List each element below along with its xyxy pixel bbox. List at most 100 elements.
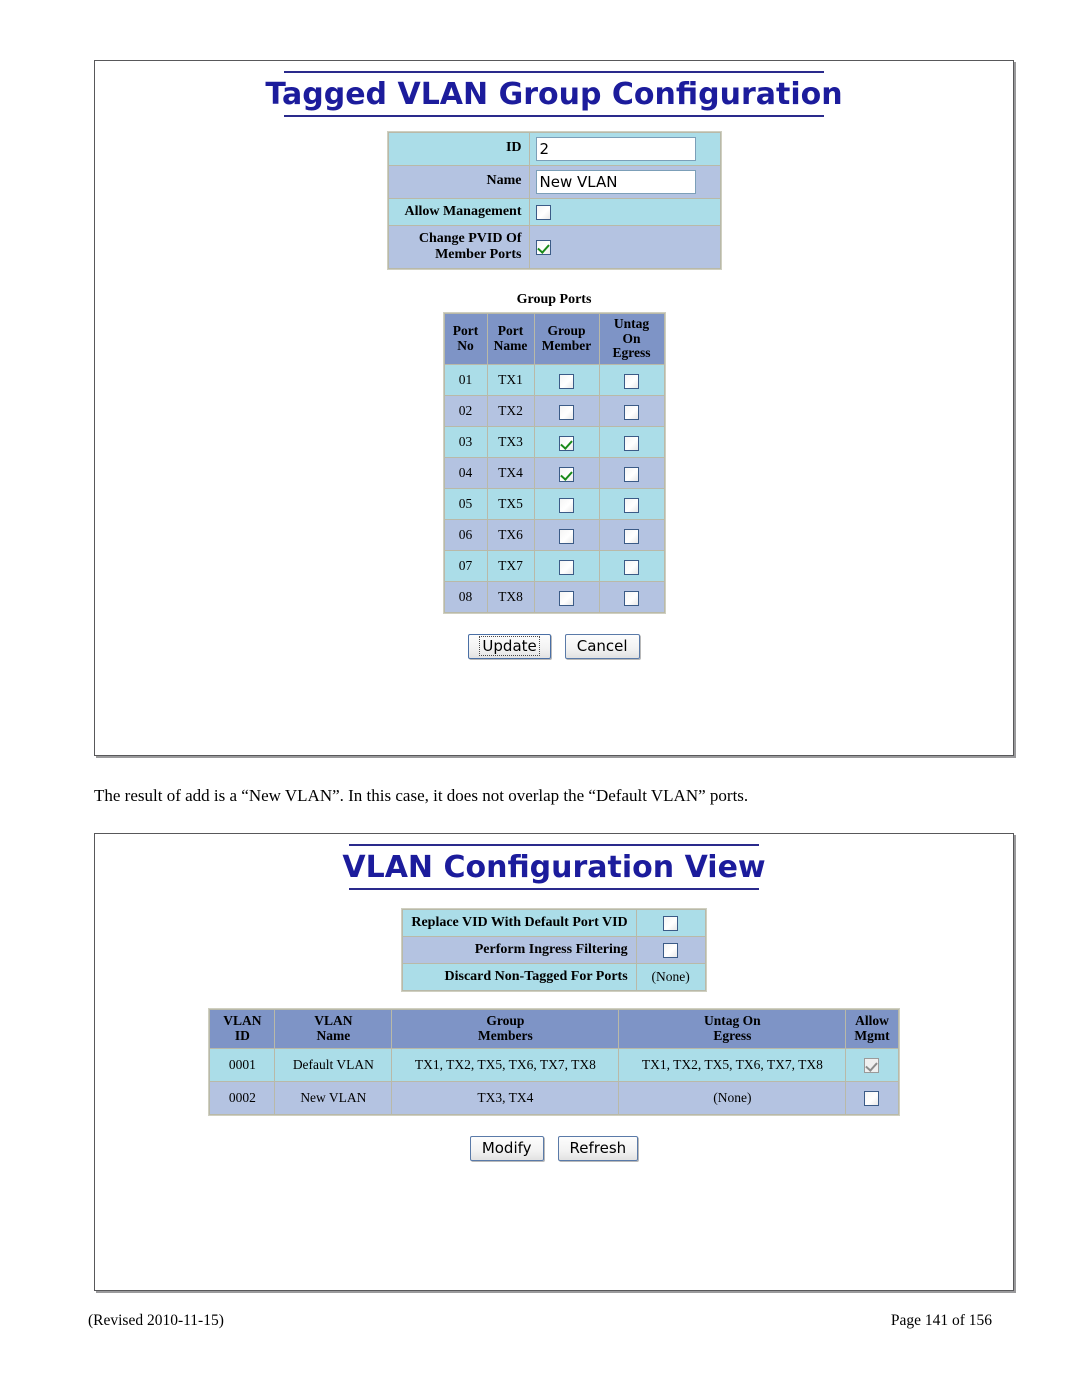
col-header-untag-on-egress: Untag On Egress bbox=[619, 1010, 846, 1048]
table-row: 0001 Default VLAN TX1, TX2, TX5, TX6, TX7,… bbox=[210, 1049, 898, 1081]
form-row-change-pvid: Change PVID Of Member Ports bbox=[388, 225, 720, 268]
untag-egress-checkbox[interactable] bbox=[624, 466, 639, 482]
untag-egress-checkbox[interactable] bbox=[624, 528, 639, 544]
col-header-vlan-id-line2: ID bbox=[234, 1028, 250, 1044]
vlan-view-options-table: Replace VID With Default Port VID Perfor… bbox=[401, 907, 707, 993]
vlan-name-input[interactable] bbox=[535, 169, 696, 194]
table-row: 06 TX6 bbox=[444, 520, 664, 551]
group-ports-table: Port No Port Name Group Member Untag On … bbox=[442, 311, 666, 615]
cell-untag-on-egress: TX1, TX2, TX5, TX6, TX7, TX8 bbox=[619, 1049, 846, 1081]
page-title: Tagged VLAN Group Configuration bbox=[265, 77, 843, 112]
cell-group-members: TX3, TX4 bbox=[392, 1082, 619, 1114]
col-header-vlan-name-line1: VLAN bbox=[314, 1013, 353, 1029]
cell-port-name: TX4 bbox=[487, 458, 534, 489]
group-ports-container: Port No Port Name Group Member Untag On … bbox=[95, 311, 1013, 615]
col-header-untag-egress: Untag On Egress bbox=[599, 313, 664, 365]
cell-vlan-name: New VLAN bbox=[275, 1082, 392, 1114]
cell-untag-egress bbox=[599, 551, 664, 582]
group-member-checkbox[interactable] bbox=[559, 590, 574, 606]
cell-port-name: TX2 bbox=[487, 396, 534, 427]
cell-port-no: 07 bbox=[444, 551, 487, 582]
refresh-button[interactable]: Refresh bbox=[557, 1136, 639, 1161]
cell-vlan-id: 0001 bbox=[210, 1049, 275, 1081]
group-member-checkbox[interactable] bbox=[559, 435, 574, 451]
vlan-view-options-container: Replace VID With Default Port VID Perfor… bbox=[95, 907, 1013, 993]
untag-egress-checkbox[interactable] bbox=[624, 373, 639, 389]
cell-allow-mgmt bbox=[846, 1049, 898, 1081]
untag-egress-checkbox[interactable] bbox=[624, 404, 639, 420]
discard-non-tagged-value: (None) bbox=[636, 964, 705, 991]
cell-group-member bbox=[534, 520, 599, 551]
option-row-replace-vid: Replace VID With Default Port VID bbox=[403, 909, 705, 936]
untag-egress-checkbox[interactable] bbox=[624, 590, 639, 606]
vlan-id-input[interactable] bbox=[535, 136, 696, 161]
table-row: 04 TX4 bbox=[444, 458, 664, 489]
group-member-checkbox[interactable] bbox=[559, 559, 574, 575]
col-header-untag-egress-line1: Untag On bbox=[613, 315, 650, 346]
cell-group-member bbox=[534, 489, 599, 520]
cell-untag-egress bbox=[599, 582, 664, 613]
cell-port-no: 03 bbox=[444, 427, 487, 458]
untag-egress-checkbox[interactable] bbox=[624, 559, 639, 575]
footer-revision: (Revised 2010-11-15) bbox=[88, 1312, 224, 1329]
allow-management-checkbox[interactable] bbox=[535, 204, 551, 220]
cancel-button[interactable]: Cancel bbox=[564, 634, 640, 660]
vlan-view-button-row: Modify Refresh bbox=[95, 1136, 1013, 1161]
untag-egress-checkbox[interactable] bbox=[624, 497, 639, 513]
cell-untag-egress bbox=[599, 365, 664, 396]
update-button[interactable]: Update bbox=[468, 634, 551, 660]
vlan-list-container: VLAN ID VLAN Name Group Members Untag On… bbox=[95, 1008, 1013, 1116]
change-pvid-label-line2: Member Ports bbox=[435, 246, 522, 262]
replace-vid-checkbox[interactable] bbox=[663, 915, 679, 931]
update-button-label: Update bbox=[479, 636, 540, 657]
col-header-group-members-line2: Members bbox=[478, 1028, 533, 1044]
col-header-vlan-id: VLAN ID bbox=[210, 1010, 275, 1048]
vlan-configuration-view-screenshot: VLAN Configuration View Replace VID With… bbox=[94, 833, 1014, 1291]
col-header-group-member: Group Member bbox=[534, 313, 599, 365]
discard-non-tagged-label: Discard Non-Tagged For Ports bbox=[403, 964, 636, 991]
col-header-vlan-name: VLAN Name bbox=[275, 1010, 392, 1048]
col-header-port-no-line1: Port bbox=[452, 323, 479, 339]
cell-untag-egress bbox=[599, 427, 664, 458]
modify-button[interactable]: Modify bbox=[469, 1136, 544, 1161]
cell-allow-mgmt bbox=[846, 1082, 898, 1114]
vlan-list-header-row: VLAN ID VLAN Name Group Members Untag On… bbox=[210, 1010, 898, 1048]
cell-port-no: 08 bbox=[444, 582, 487, 613]
vlan-view-page-title: VLAN Configuration View bbox=[342, 850, 766, 885]
replace-vid-cell bbox=[636, 909, 705, 936]
col-header-untag-on-egress-line2: Egress bbox=[713, 1028, 752, 1044]
group-member-checkbox[interactable] bbox=[559, 404, 574, 420]
group-ports-body: 01 TX1 02 TX2 03 TX3 04 TX4 05 TX5 06 TX6 07 TX7 08 TX8 bbox=[444, 365, 664, 613]
table-row: 03 TX3 bbox=[444, 427, 664, 458]
col-header-group-member-line2: Member bbox=[541, 338, 592, 354]
cell-port-name: TX5 bbox=[487, 489, 534, 520]
cell-port-name: TX7 bbox=[487, 551, 534, 582]
cell-group-member bbox=[534, 427, 599, 458]
change-pvid-label-line1: Change PVID Of bbox=[418, 230, 522, 246]
form-row-allow-management: Allow Management bbox=[388, 198, 720, 225]
cell-port-name: TX3 bbox=[487, 427, 534, 458]
cell-untag-egress bbox=[599, 520, 664, 551]
name-label: Name bbox=[388, 165, 529, 198]
allow-management-label: Allow Management bbox=[388, 198, 529, 225]
cell-port-no: 04 bbox=[444, 458, 487, 489]
group-member-checkbox[interactable] bbox=[559, 497, 574, 513]
table-row: 02 TX2 bbox=[444, 396, 664, 427]
col-header-vlan-id-line1: VLAN bbox=[223, 1013, 262, 1029]
col-header-group-members: Group Members bbox=[392, 1010, 619, 1048]
change-pvid-checkbox[interactable] bbox=[535, 239, 551, 255]
untag-egress-checkbox[interactable] bbox=[624, 435, 639, 451]
tagged-vlan-screenshot: Tagged VLAN Group Configuration ID Name … bbox=[94, 60, 1014, 756]
allow-mgmt-checkbox[interactable] bbox=[864, 1058, 880, 1074]
option-row-discard-non-tagged: Discard Non-Tagged For Ports (None) bbox=[403, 964, 705, 991]
col-header-port-name-line1: Port bbox=[497, 323, 524, 339]
group-member-checkbox[interactable] bbox=[559, 466, 574, 482]
ingress-filtering-checkbox[interactable] bbox=[663, 943, 679, 959]
allow-mgmt-checkbox[interactable] bbox=[864, 1091, 880, 1107]
group-member-checkbox[interactable] bbox=[559, 528, 574, 544]
cell-untag-egress bbox=[599, 489, 664, 520]
page-footer: (Revised 2010-11-15) Page 141 of 156 bbox=[88, 1312, 992, 1330]
col-header-untag-on-egress-line1: Untag On bbox=[704, 1013, 761, 1029]
cell-port-no: 02 bbox=[444, 396, 487, 427]
group-member-checkbox[interactable] bbox=[559, 373, 574, 389]
